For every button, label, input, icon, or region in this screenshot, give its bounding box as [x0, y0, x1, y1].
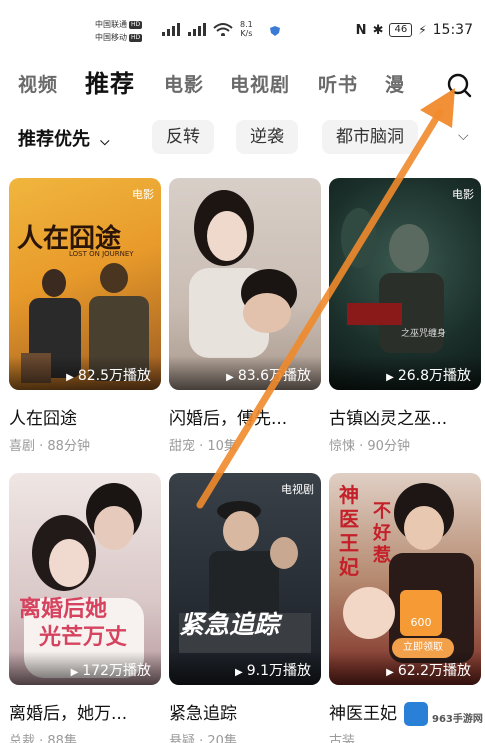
- poster[interactable]: ▶ 83.6万播放: [169, 178, 321, 390]
- sort-dropdown[interactable]: 推荐优先 ⌵: [18, 125, 109, 151]
- poster-title: 离婚后她 光芒万丈: [19, 595, 127, 651]
- play-icon: ▶: [70, 667, 79, 678]
- play-icon: ▶: [235, 667, 243, 678]
- chevron-down-icon: ⌵: [100, 134, 110, 148]
- play-count-text: 83.6万播放: [237, 368, 311, 384]
- filter-row: 推荐优先 ⌵ 反转 逆袭 都市脑洞 ⌵: [0, 120, 485, 156]
- carrier-info: 中国联通 HD 中国移动 HD: [95, 18, 143, 44]
- tab-recommend[interactable]: 推荐: [85, 64, 135, 99]
- status-bar: 中国联通 HD 中国移动 HD 8.1 K/s N ✱ 46 ⚡ 15:37: [0, 0, 485, 56]
- video-card[interactable]: 人在囧途 LOST ON JOURNEY 电影 ▶ 82.5万播放 人在囧途 喜剧…: [9, 178, 161, 454]
- poster[interactable]: 之巫咒缠身 电影 ▶ 26.8万播放: [329, 178, 481, 390]
- speed-value: 8.1: [240, 20, 253, 29]
- poster-title-line1: 离婚后她: [19, 596, 108, 622]
- nfc-icon: N: [355, 22, 367, 38]
- card-meta: 甜宠 · 10集: [169, 439, 237, 454]
- video-card[interactable]: 之巫咒缠身 电影 ▶ 26.8万播放 古镇凶灵之巫... 惊悚 · 90分钟: [329, 178, 481, 454]
- poster-title-line2: 光芒万丈: [39, 624, 128, 650]
- play-icon: ▶: [386, 372, 394, 383]
- play-count-text: 62.2万播放: [397, 663, 471, 679]
- card-title: 古镇凶灵之巫...: [329, 409, 448, 429]
- card-title: 紧急追踪: [169, 704, 237, 724]
- play-count: ▶ 9.1万播放: [169, 651, 321, 685]
- poster-title: 紧急追踪: [179, 610, 280, 639]
- carrier-2: 中国移动: [95, 33, 127, 42]
- carrier-1: 中国联通: [95, 20, 127, 29]
- right-status: N ✱ 46 ⚡ 15:37: [356, 22, 473, 38]
- coin-reward[interactable]: 600: [400, 590, 442, 636]
- bluetooth-icon: ✱: [372, 22, 384, 38]
- play-icon: ▶: [386, 667, 394, 678]
- tab-video[interactable]: 视频: [18, 70, 58, 97]
- network-speed: 8.1 K/s: [240, 20, 253, 38]
- play-count-text: 9.1万播放: [246, 663, 311, 679]
- tab-audiobook[interactable]: 听书: [318, 70, 358, 97]
- expand-filters-icon[interactable]: ⌵: [458, 128, 469, 144]
- hd-badge-2: HD: [129, 33, 143, 42]
- watermark-logo-icon: [404, 702, 428, 726]
- play-icon: ▶: [66, 372, 74, 383]
- play-icon: ▶: [226, 372, 234, 383]
- wifi-icon: [213, 23, 233, 36]
- play-count: ▶ 83.6万播放: [169, 356, 321, 390]
- sort-dropdown-label: 推荐优先: [18, 129, 90, 150]
- shield-icon: [270, 26, 280, 36]
- poster-subtitle: LOST ON JOURNEY: [69, 250, 134, 258]
- play-count-text: 82.5万播放: [77, 368, 151, 384]
- card-title: 人在囧途: [9, 409, 77, 429]
- play-count-text: 26.8万播放: [397, 368, 471, 384]
- tab-comic[interactable]: 漫: [385, 70, 405, 97]
- card-title: 离婚后，她万...: [9, 704, 128, 724]
- hd-badge-1: HD: [129, 20, 143, 29]
- clock: 15:37: [432, 22, 473, 38]
- coin-amount: 600: [410, 616, 432, 629]
- card-title: 闪婚后，傅先...: [169, 409, 288, 429]
- battery-level: 46: [394, 24, 408, 35]
- category-tabs: 视频 推荐 电影 电视剧 听书 漫: [0, 58, 485, 104]
- video-card[interactable]: ▶ 83.6万播放 闪婚后，傅先... 甜宠 · 10集: [169, 178, 321, 454]
- poster-title: 神医王妃: [339, 483, 363, 579]
- poster[interactable]: 离婚后她 光芒万丈 ▶ 172万播放: [9, 473, 161, 685]
- card-meta: 惊悚 · 90分钟: [329, 439, 410, 454]
- type-badge: 电影: [132, 188, 154, 201]
- video-card[interactable]: 离婚后她 光芒万丈 ▶ 172万播放 离婚后，她万... 总裁 · 88集: [9, 473, 161, 743]
- poster-subtitle: 不好惹: [373, 501, 391, 566]
- filter-chip-urban[interactable]: 都市脑洞: [322, 120, 418, 154]
- card-meta: 喜剧 · 88分钟: [9, 439, 90, 454]
- type-badge: 电视剧: [281, 483, 314, 496]
- card-meta: 总裁 · 88集: [9, 734, 77, 743]
- play-count: ▶ 26.8万播放: [329, 356, 481, 390]
- tab-tv-series[interactable]: 电视剧: [230, 70, 290, 97]
- search-icon[interactable]: [444, 70, 474, 100]
- claim-reward-button[interactable]: 立即领取: [392, 638, 454, 658]
- battery-icon: 46: [389, 23, 413, 37]
- type-badge: 电影: [452, 188, 474, 201]
- play-count: ▶ 172万播放: [9, 651, 161, 685]
- signal-icon: [162, 23, 206, 36]
- poster[interactable]: 人在囧途 LOST ON JOURNEY 电影 ▶ 82.5万播放: [9, 178, 161, 390]
- poster-subtitle: 之巫咒缠身: [401, 329, 447, 339]
- play-count: ▶ 82.5万播放: [9, 356, 161, 390]
- poster-title-text: 神医王妃: [339, 483, 359, 579]
- poster[interactable]: 紧急追踪 电视剧 ▶ 9.1万播放: [169, 473, 321, 685]
- play-count-text: 172万播放: [82, 663, 151, 679]
- filter-chip-reversal[interactable]: 反转: [152, 120, 214, 154]
- charging-icon: ⚡: [418, 23, 427, 37]
- tab-movie[interactable]: 电影: [164, 70, 204, 97]
- watermark-text: 963手游网: [432, 714, 483, 725]
- speed-unit: K/s: [240, 29, 253, 38]
- card-meta: 悬疑 · 20集: [169, 734, 237, 743]
- video-card[interactable]: 紧急追踪 电视剧 ▶ 9.1万播放 紧急追踪 悬疑 · 20集: [169, 473, 321, 743]
- filter-chip-comeback[interactable]: 逆袭: [236, 120, 298, 154]
